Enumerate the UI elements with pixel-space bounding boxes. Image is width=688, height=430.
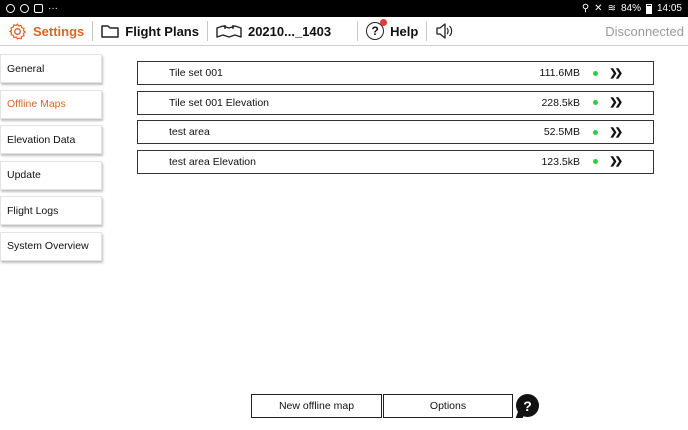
tile-size: 228.5kB: [541, 96, 580, 109]
mute-icon: ✕: [594, 3, 603, 14]
tile-name: Tile set 001: [169, 67, 223, 79]
android-status-bar: ··· ⚲ ✕ ≋ 84% 14:05: [0, 0, 688, 17]
sidebar-item-label: Elevation Data: [7, 133, 76, 146]
sidebar-item-label: General: [7, 62, 45, 75]
tile-size: 52.5MB: [543, 126, 580, 138]
image-icon: [34, 4, 43, 13]
sidebar-item-system-overview[interactable]: System Overview: [0, 231, 102, 261]
sidebar-item-label: Update: [7, 169, 41, 181]
more-notifications-icon: ···: [48, 3, 58, 14]
location-icon: ⚲: [581, 3, 590, 14]
settings-tab[interactable]: Settings: [0, 17, 92, 45]
sidebar-item-label: System Overview: [7, 240, 89, 252]
battery-icon: [645, 3, 652, 14]
flight-plans-tab[interactable]: Flight Plans: [93, 17, 207, 45]
sidebar-item-label: Offline Maps: [7, 98, 66, 110]
wifi-icon: ≋: [607, 3, 616, 14]
double-chevron-right-icon[interactable]: ❯❯: [609, 97, 623, 108]
settings-sidebar: General Offline Maps Elevation Data Upda…: [0, 54, 102, 267]
tile-name: test area Elevation: [169, 155, 256, 168]
sync-icon: [20, 4, 29, 13]
speaker-icon: [436, 23, 453, 39]
list-item[interactable]: test area 52.5MB ❯❯: [137, 120, 654, 144]
sidebar-item-elevation-data[interactable]: Elevation Data: [0, 125, 102, 154]
help-tab[interactable]: ? Help: [358, 17, 426, 45]
tile-name: Tile set 001 Elevation: [169, 96, 270, 109]
tile-size: 123.5kB: [541, 155, 580, 168]
list-item[interactable]: test area Elevation 123.5kB ❯❯: [137, 149, 654, 174]
sidebar-item-offline-maps[interactable]: Offline Maps: [0, 89, 102, 119]
help-label: Help: [390, 23, 419, 39]
status-system-icons: ⚲ ✕ ≋ 84% 14:05: [582, 3, 682, 14]
sidebar-item-flight-logs[interactable]: Flight Logs: [0, 196, 102, 225]
status-dot-icon: [593, 159, 598, 164]
status-dot-icon: [593, 70, 598, 76]
double-chevron-right-icon[interactable]: ❯❯: [609, 156, 623, 167]
settings-label: Settings: [33, 23, 85, 39]
connection-status: Disconnected: [605, 23, 684, 39]
offline-map-list: Tile set 001 111.6MB ❯❯ Tile set 001 Ele…: [137, 61, 654, 179]
tile-name: test area: [169, 126, 210, 138]
options-button[interactable]: Options: [383, 394, 513, 418]
notification-icon: [6, 4, 15, 13]
map-flight-icon: [216, 25, 242, 38]
sidebar-item-update[interactable]: Update: [0, 160, 102, 190]
battery-percent: 84%: [620, 3, 641, 14]
current-flight-tab[interactable]: 20210..._1403: [208, 17, 339, 45]
app-top-bar: Settings Flight Plans 20210..._1403 ? He…: [0, 17, 688, 46]
gear-icon: [8, 22, 27, 40]
tile-size: 111.6MB: [539, 67, 580, 79]
list-item[interactable]: Tile set 001 Elevation 228.5kB ❯❯: [137, 90, 654, 115]
sidebar-item-label: Flight Logs: [7, 204, 59, 217]
double-chevron-right-icon[interactable]: ❯❯: [609, 68, 623, 79]
status-dot-icon: [593, 100, 598, 105]
double-chevron-right-icon[interactable]: ❯❯: [609, 127, 623, 138]
clock: 14:05: [656, 3, 682, 14]
sound-toggle[interactable]: [427, 17, 461, 45]
list-item[interactable]: Tile set 001 111.6MB ❯❯: [137, 61, 654, 85]
notification-dot: [380, 19, 388, 26]
status-dot-icon: [593, 129, 598, 135]
status-notification-icons: ···: [6, 3, 58, 14]
flight-name: 20210..._1403: [247, 23, 332, 39]
help-icon: ?: [366, 19, 388, 40]
help-bubble-icon[interactable]: ?: [516, 394, 539, 417]
sidebar-item-general[interactable]: General: [0, 54, 102, 83]
new-offline-map-button[interactable]: New offline map: [251, 394, 382, 418]
flight-plans-label: Flight Plans: [125, 23, 199, 39]
folder-icon: [101, 25, 120, 38]
